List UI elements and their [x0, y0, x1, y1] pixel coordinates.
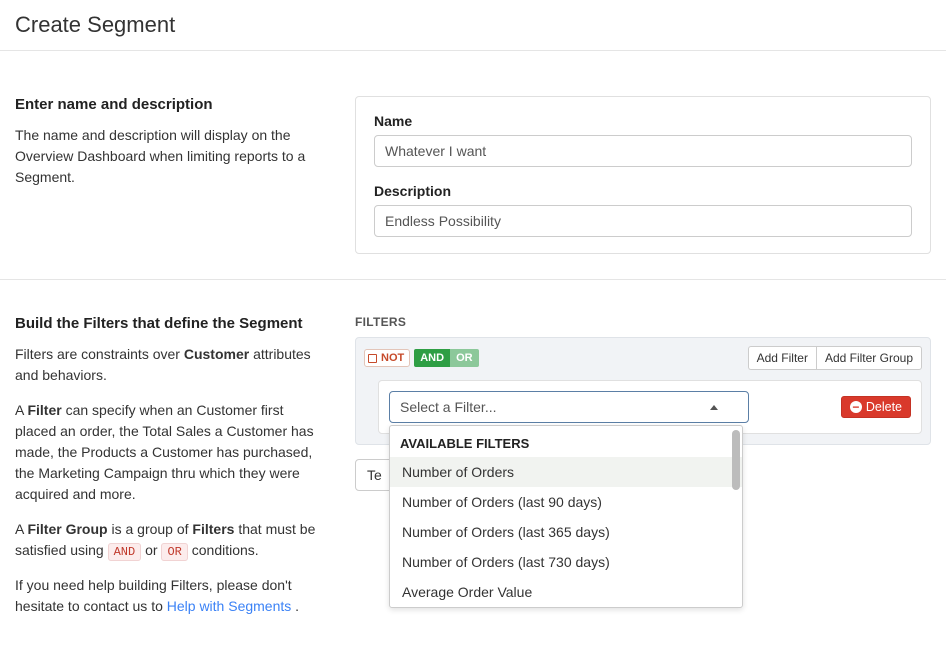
filter-select-value: Select a Filter...	[400, 399, 496, 415]
scrollbar[interactable]	[732, 430, 740, 490]
name-section-help: The name and description will display on…	[15, 125, 325, 188]
dropdown-item[interactable]: Number of Orders	[390, 457, 742, 487]
name-description-card: Name Description	[355, 96, 931, 254]
description-label: Description	[374, 183, 912, 199]
delete-filter-button[interactable]: − Delete	[841, 396, 911, 418]
filters-section-heading: Build the Filters that define the Segmen…	[15, 315, 325, 332]
dropdown-item[interactable]: Number of Orders (last 730 days)	[390, 547, 742, 577]
name-section-heading: Enter name and description	[15, 96, 325, 113]
caret-up-icon	[710, 405, 718, 410]
checkbox-empty-icon	[368, 354, 377, 363]
not-toggle[interactable]: NOT	[364, 349, 410, 367]
add-filter-group-button[interactable]: Add Filter Group	[816, 346, 922, 370]
filter-row: Select a Filter... AVAILABLE FILTERS Num…	[378, 380, 922, 434]
dropdown-heading: AVAILABLE FILTERS	[390, 426, 742, 457]
filter-dropdown: AVAILABLE FILTERS Number of Orders Numbe…	[389, 425, 743, 608]
dropdown-item[interactable]: Number of Orders (last 365 days)	[390, 517, 742, 547]
dropdown-item[interactable]: Average Order Value	[390, 577, 742, 607]
help-with-segments-link[interactable]: Help with Segments	[167, 598, 292, 614]
name-label: Name	[374, 113, 912, 129]
filters-section: Build the Filters that define the Segmen…	[15, 280, 931, 631]
filters-help-3: A Filter Group is a group of Filters tha…	[15, 519, 325, 561]
or-toggle[interactable]: OR	[450, 349, 479, 367]
filter-select[interactable]: Select a Filter...	[389, 391, 749, 423]
dropdown-item[interactable]: Number of Orders (last 90 days)	[390, 487, 742, 517]
filter-group: NOT AND OR Add Filter Add Filter Group S…	[355, 337, 931, 445]
test-button[interactable]: Te	[355, 459, 394, 491]
filters-label: FILTERS	[355, 315, 931, 329]
filters-help-2: A Filter can specify when an Customer fi…	[15, 400, 325, 505]
page-title: Create Segment	[15, 12, 931, 50]
filters-help-1: Filters are constraints over Customer at…	[15, 344, 325, 386]
name-description-section: Enter name and description The name and …	[15, 51, 931, 254]
minus-circle-icon: −	[850, 401, 862, 413]
add-filter-button[interactable]: Add Filter	[748, 346, 816, 370]
description-input[interactable]	[374, 205, 912, 237]
filters-help-4: If you need help building Filters, pleas…	[15, 575, 325, 617]
and-toggle[interactable]: AND	[414, 349, 450, 367]
name-input[interactable]	[374, 135, 912, 167]
